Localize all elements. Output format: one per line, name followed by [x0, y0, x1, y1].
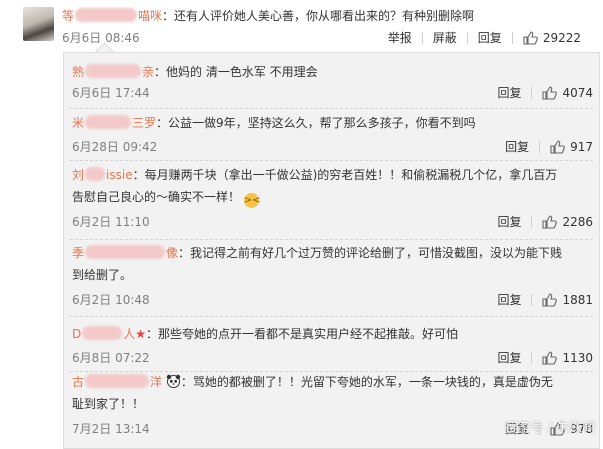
- reply-time: 6月2日 10:48: [72, 293, 150, 307]
- reply-button[interactable]: 回复: [478, 29, 502, 46]
- reply-text-continued: 到给删了。: [72, 268, 133, 282]
- like-button[interactable]: 1130: [542, 351, 593, 365]
- reply-button[interactable]: 回复: [497, 291, 521, 308]
- reply-button[interactable]: 回复: [497, 213, 521, 230]
- reply-username[interactable]: 季像: [72, 245, 178, 260]
- divider: [531, 351, 533, 364]
- divider: [421, 31, 423, 44]
- thumbs-up-icon: [542, 214, 558, 229]
- like-count: 1881: [562, 292, 593, 307]
- list-item: D 人★：那些夸她的点开一看都不是真实用户经不起推敲。好可怕 6月8日 07:22…: [64, 319, 599, 372]
- panda-icon: [166, 374, 181, 388]
- report-button[interactable]: 举报: [388, 29, 412, 46]
- like-button[interactable]: 4074: [542, 86, 593, 100]
- reply-time: 6月6日 17:44: [72, 86, 150, 100]
- avatar[interactable]: [23, 7, 54, 41]
- thumbs-up-icon: [550, 139, 565, 154]
- reply-username[interactable]: D人: [72, 326, 135, 341]
- reply-username[interactable]: 刘 issie: [72, 167, 133, 182]
- list-item: 季像：我记得之前有好几个过万赞的评论给删了，可惜没截图，没以为能下贱 到给删了。…: [64, 241, 599, 317]
- like-count: 4074: [562, 85, 593, 100]
- reply-text-continued: 告慰自己良心的～确实不一样！ ><: [72, 190, 261, 208]
- reply-text: D 人★：那些夸她的点开一看都不是真实用户经不起推敲。好可怕: [72, 326, 459, 341]
- like-button[interactable]: 2286: [542, 215, 593, 229]
- reply-actions: 回复 917: [505, 138, 593, 155]
- divider: [531, 215, 533, 228]
- thumbs-up-icon: [542, 350, 558, 365]
- reply-username[interactable]: 熟亲: [72, 64, 154, 79]
- divider: [539, 140, 541, 153]
- divider: [70, 316, 593, 317]
- divider: [70, 239, 593, 240]
- reply-text: 古洋 ：骂她的都被删了！！光留下夸她的水军，一条一块钱的，真是虚伪无: [72, 374, 553, 389]
- list-item: 米三罗：公益一做9年，坚持这么久，帮了那么多孩子，你看不到吗 6月28日 09:…: [64, 109, 599, 161]
- reply-text: 季像：我记得之前有好几个过万赞的评论给删了，可惜没截图，没以为能下贱: [72, 245, 563, 260]
- divider: [531, 293, 533, 306]
- star-badge-icon: ★: [135, 327, 147, 341]
- thumbs-up-icon: [542, 292, 558, 307]
- reply-text: 米三罗：公益一做9年，坚持这么久，帮了那么多孩子，你看不到吗: [72, 115, 476, 130]
- reply-text: 刘 issie：每月赚两千块（拿出一千做公益)的穷老百姓！！和偷税漏税几个亿，拿几…: [72, 167, 558, 182]
- like-count: 917: [570, 139, 593, 154]
- like-count: 29222: [542, 30, 581, 45]
- list-item: 熟亲：他妈的 清一色水军 不用理会 6月6日 17:44 回复 4074: [64, 53, 599, 109]
- reply-username[interactable]: 古洋: [72, 374, 162, 389]
- reply-actions: 回复 1881: [497, 291, 593, 308]
- reply-time: 6月28日 09:42: [72, 140, 158, 154]
- reply-list: 熟亲：他妈的 清一色水军 不用理会 6月6日 17:44 回复 4074 米三罗…: [63, 52, 600, 449]
- reply-actions: 回复 1130: [497, 349, 593, 366]
- reply-button[interactable]: 回复: [505, 138, 529, 155]
- main-comment-time: 6月6日 08:46: [62, 31, 140, 45]
- divider: [466, 31, 468, 44]
- like-count: 2286: [562, 214, 593, 229]
- reply-button[interactable]: 回复: [497, 84, 521, 101]
- divider: [511, 31, 513, 44]
- like-count: 1130: [562, 350, 593, 365]
- block-button[interactable]: 屏蔽: [433, 29, 457, 46]
- like-button[interactable]: 1881: [542, 293, 593, 307]
- reply-time: 7月2日 13:14: [72, 422, 150, 436]
- list-item: 刘 issie：每月赚两千块（拿出一千做公益)的穷老百姓！！和偷税漏税几个亿，拿几…: [64, 161, 599, 240]
- reply-text: 熟亲：他妈的 清一色水军 不用理会: [72, 64, 318, 79]
- confounded-face-icon: ><: [243, 193, 261, 208]
- watermark: 搜家号 / 朱珠闻: [504, 421, 595, 436]
- reply-actions: 回复 4074: [497, 84, 593, 101]
- reply-text-continued: 耻到家了！！: [72, 397, 145, 411]
- reply-username[interactable]: 米三罗: [72, 115, 156, 130]
- reply-time: 6月2日 11:10: [72, 215, 150, 229]
- like-button[interactable]: 29222: [523, 31, 581, 45]
- thumbs-up-icon: [523, 30, 538, 45]
- like-button[interactable]: 917: [550, 140, 593, 154]
- reply-time: 6月8日 07:22: [72, 351, 150, 365]
- main-comment-actions: 举报 屏蔽 回复 29222: [388, 29, 581, 46]
- thumbs-up-icon: [542, 85, 558, 100]
- reply-button[interactable]: 回复: [497, 349, 521, 366]
- divider: [531, 86, 533, 99]
- main-comment: 等喵咪：还有人评价她人美心善，你从哪看出来的？有种别删除啊 6月6日 08:46…: [0, 0, 603, 53]
- main-comment-text: 等喵咪：还有人评价她人美心善，你从哪看出来的？有种别删除啊: [62, 8, 475, 23]
- main-comment-username[interactable]: 等喵咪: [62, 8, 162, 23]
- reply-actions: 回复 2286: [497, 213, 593, 230]
